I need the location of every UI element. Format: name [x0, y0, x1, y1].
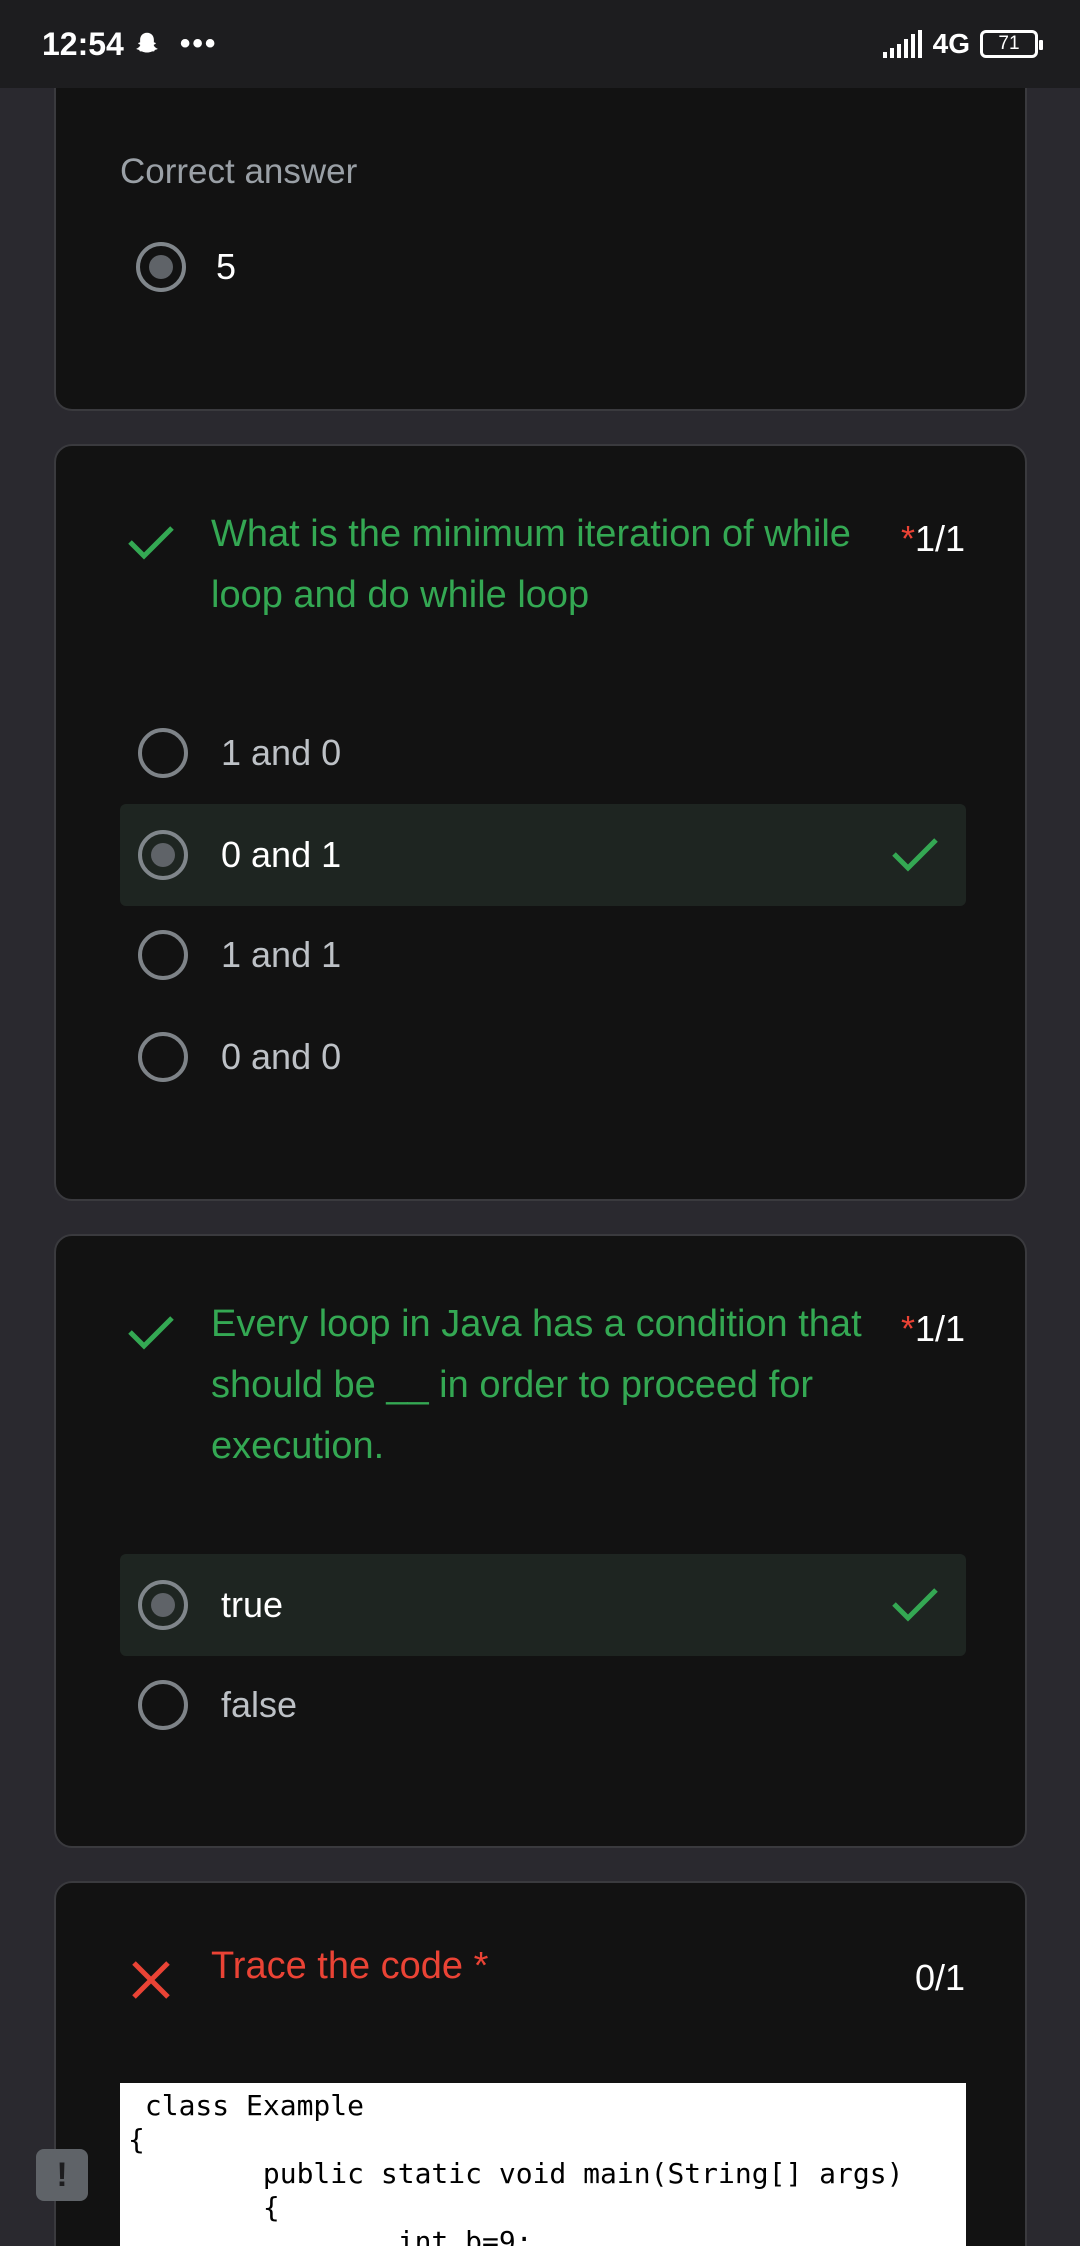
required-star: * — [900, 1308, 915, 1349]
question-score: *1/1 — [901, 1308, 965, 1350]
check-icon — [128, 526, 174, 560]
feedback-button[interactable]: ! — [36, 2149, 88, 2201]
option-radio-selected[interactable] — [138, 1580, 188, 1630]
signal-icon — [882, 30, 922, 58]
status-time: 12:54 — [42, 25, 124, 62]
prev-question-card: Correct answer 5 — [54, 40, 1027, 411]
selected-option-row[interactable]: true — [120, 1554, 966, 1656]
code-line: { — [128, 2191, 280, 2224]
code-line: public static void main(String[] args) — [128, 2157, 904, 2190]
question-score: *1/1 — [901, 518, 965, 560]
status-bar: 12:54 ••• 4G 71 — [0, 0, 1080, 88]
feedback-icon: ! — [56, 2155, 68, 2194]
option-label: 1 and 1 — [221, 934, 342, 975]
question-card-3: Trace the code * 0/1 class Example{ publ… — [54, 1881, 1027, 2246]
network-type: 4G — [932, 28, 970, 59]
code-image: class Example{ public static void main(S… — [120, 2083, 966, 2246]
option-radio[interactable] — [138, 930, 188, 980]
option-label: true — [221, 1584, 284, 1625]
code-line: { — [128, 2123, 145, 2156]
question-title: Every loop in Java has a condition that … — [211, 1303, 862, 1467]
option-radio[interactable] — [138, 728, 188, 778]
code-line: class Example — [128, 2089, 365, 2122]
score-value: 1/1 — [914, 1308, 965, 1349]
status-more-dots: ••• — [179, 27, 218, 60]
correct-answer-value: 5 — [216, 246, 237, 287]
status-right: 4G 71 — [882, 28, 1043, 60]
check-icon — [128, 1316, 174, 1350]
option-label: false — [221, 1684, 298, 1725]
battery-level: 71 — [998, 33, 1020, 54]
correct-answer-label: Correct answer — [120, 152, 358, 191]
question-score: 0/1 — [914, 1957, 965, 1998]
question-title: What is the minimum iteration of while l… — [211, 513, 851, 616]
question-card-1: What is the minimum iteration of while l… — [54, 444, 1027, 1201]
battery-icon: 71 — [980, 30, 1043, 58]
option-label: 0 and 1 — [221, 834, 342, 875]
option-radio[interactable] — [138, 1032, 188, 1082]
ghost-icon — [136, 32, 158, 53]
check-icon — [892, 838, 938, 872]
code-line: int b=9; — [128, 2225, 533, 2246]
question-title: Trace the code * — [211, 1945, 489, 1987]
option-radio[interactable] — [138, 1680, 188, 1730]
required-star: * — [900, 518, 915, 559]
option-radio-selected[interactable] — [138, 830, 188, 880]
option-label: 1 and 0 — [221, 732, 342, 773]
question-card-2: Every loop in Java has a condition that … — [54, 1234, 1027, 1848]
selected-option-row[interactable]: 0 and 1 — [120, 804, 966, 906]
option-label: 0 and 0 — [221, 1036, 342, 1077]
cross-icon — [132, 1961, 170, 1999]
correct-answer-radio — [136, 242, 186, 292]
check-icon — [892, 1588, 938, 1622]
score-value: 1/1 — [914, 518, 965, 559]
